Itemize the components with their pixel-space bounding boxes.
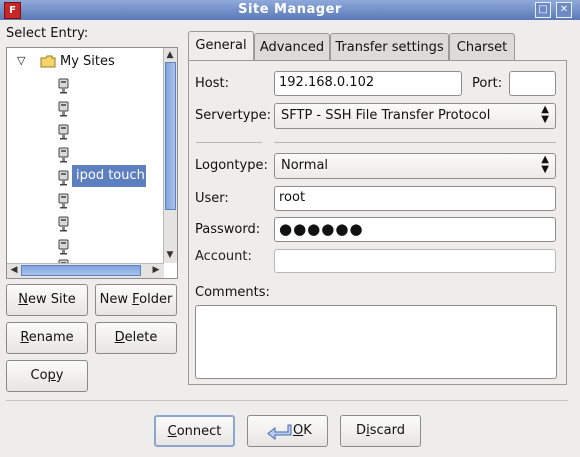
logontype-label: Logontype:: [195, 158, 268, 173]
horizontal-scroll-thumb[interactable]: [21, 265, 141, 276]
host-input[interactable]: 192.168.0.102: [274, 71, 462, 96]
tree-horizontal-scrollbar[interactable]: ◀ ▶: [7, 263, 164, 278]
tree-item-selected-site[interactable]: ipod touch: [72, 165, 146, 187]
host-label: Host:: [195, 76, 229, 91]
servertype-label: Servertype:: [195, 108, 272, 123]
new-site-button[interactable]: New Site: [6, 284, 88, 316]
select-entry-label: Select Entry:: [6, 26, 89, 41]
user-label: User:: [195, 191, 229, 206]
logontype-value: Normal: [281, 158, 329, 173]
password-label: Password:: [195, 222, 261, 237]
port-input[interactable]: [509, 71, 556, 96]
comments-label: Comments:: [195, 285, 270, 300]
server-icon[interactable]: [58, 193, 70, 209]
site-tree[interactable]: ▽ My Sites ipod touch ▲ ▼ ◀ ▶: [6, 47, 178, 279]
updown-arrow-icon: ▲ ▼: [541, 154, 549, 175]
comments-textarea[interactable]: [195, 305, 557, 379]
account-input[interactable]: [274, 249, 556, 273]
port-label: Port:: [472, 76, 503, 91]
tree-expander-icon[interactable]: ▽: [17, 54, 25, 67]
logontype-select[interactable]: Normal ▲ ▼: [274, 153, 556, 179]
close-button[interactable]: ✕: [556, 2, 572, 18]
password-input[interactable]: ●●●●●●: [274, 217, 556, 242]
user-input[interactable]: root: [274, 186, 556, 211]
tab-transfer-settings[interactable]: Transfer settings: [330, 33, 449, 60]
updown-arrow-icon: ▲ ▼: [541, 104, 549, 125]
servertype-value: SFTP - SSH File Transfer Protocol: [281, 108, 491, 123]
folder-icon: [40, 55, 56, 68]
servertype-select[interactable]: SFTP - SSH File Transfer Protocol ▲ ▼: [274, 103, 556, 129]
window-title: Site Manager: [238, 2, 342, 17]
server-icon[interactable]: [58, 170, 70, 186]
separator: [6, 400, 568, 401]
scroll-left-icon[interactable]: ◀: [8, 264, 20, 276]
separator: [196, 142, 262, 143]
server-icon[interactable]: [58, 78, 70, 94]
ok-button[interactable]: OK: [247, 415, 328, 447]
connect-button[interactable]: Connect: [154, 415, 235, 447]
scroll-right-icon[interactable]: ▶: [150, 264, 162, 276]
server-icon[interactable]: [58, 239, 70, 255]
tab-advanced[interactable]: Advanced: [254, 33, 330, 60]
new-folder-button[interactable]: New Folder: [95, 284, 177, 316]
account-label: Account:: [195, 249, 252, 264]
rename-button[interactable]: Rename: [6, 322, 88, 354]
server-icon[interactable]: [58, 101, 70, 117]
tree-root-folder[interactable]: My Sites: [60, 54, 115, 69]
discard-button[interactable]: Discard: [340, 415, 421, 447]
copy-button[interactable]: Copy: [6, 360, 88, 392]
server-icon[interactable]: [58, 147, 70, 163]
server-icon[interactable]: [58, 216, 70, 232]
scroll-down-icon[interactable]: ▼: [164, 249, 176, 261]
server-icon[interactable]: [58, 124, 70, 140]
tab-general[interactable]: General: [188, 31, 254, 60]
scroll-up-icon[interactable]: ▲: [164, 49, 176, 61]
site-tree-content: ▽ My Sites ipod touch: [7, 48, 164, 263]
title-bar: F Site Manager □ ✕: [0, 0, 580, 20]
vertical-scroll-thumb[interactable]: [165, 62, 176, 210]
tree-vertical-scrollbar[interactable]: ▲ ▼: [163, 48, 177, 263]
separator: [274, 142, 556, 143]
enter-arrow-icon: [267, 424, 292, 440]
delete-button[interactable]: Delete: [95, 322, 177, 354]
tab-charset[interactable]: Charset: [449, 33, 515, 60]
maximize-button[interactable]: □: [535, 2, 551, 18]
